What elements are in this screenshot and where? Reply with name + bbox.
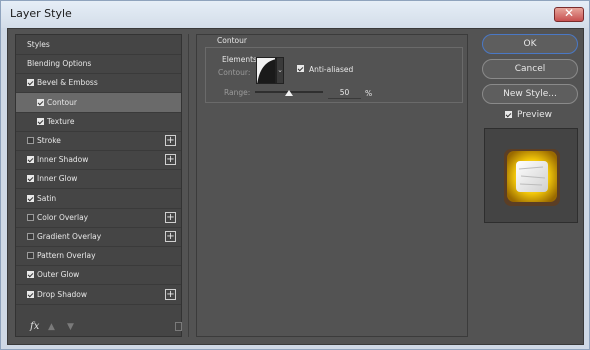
- style-preview: [484, 128, 578, 223]
- sidebar-item-label: Color Overlay: [37, 212, 89, 222]
- sidebar-item-contour[interactable]: Contour: [16, 92, 181, 113]
- cancel-button[interactable]: Cancel: [482, 59, 578, 79]
- preview-thumbnail: [504, 149, 560, 206]
- add-icon[interactable]: +: [165, 135, 176, 146]
- sidebar-item-label: Bevel & Emboss: [37, 78, 98, 88]
- sidebar-checkbox[interactable]: [37, 117, 44, 125]
- arrow-down-icon[interactable]: ▼: [67, 322, 74, 332]
- sidebar-item-blending-options[interactable]: Blending Options: [16, 54, 181, 75]
- sidebar-item-stroke[interactable]: Stroke +: [16, 131, 181, 151]
- range-label: Range:: [224, 88, 251, 97]
- sidebar-item-outer-glow[interactable]: Outer Glow: [16, 265, 181, 286]
- contour-panel: Contour Elements Contour: ⌄ Anti-aliased…: [196, 34, 468, 337]
- window-title: Layer Style: [10, 7, 72, 20]
- sidebar-checkbox[interactable]: [27, 233, 34, 240]
- sidebar-item-label: Inner Glow: [37, 174, 78, 184]
- group-title: Elements: [222, 55, 257, 64]
- sidebar-item-label: Drop Shadow: [37, 289, 88, 299]
- sidebar-checkbox[interactable]: [27, 290, 34, 298]
- sidebar-item-texture[interactable]: Texture: [16, 112, 181, 132]
- sidebar-item-label: Pattern Overlay: [37, 251, 96, 261]
- dialog-client: Styles Blending Options Bevel & Emboss Cont…: [7, 28, 584, 345]
- add-icon[interactable]: +: [165, 288, 176, 300]
- close-button[interactable]: ✕: [554, 6, 584, 22]
- add-icon[interactable]: +: [165, 231, 176, 242]
- panel-title: Contour: [217, 36, 247, 45]
- range-slider-thumb[interactable]: [285, 90, 293, 96]
- sidebar-checkbox[interactable]: [27, 79, 34, 87]
- sidebar-checkbox[interactable]: [27, 271, 34, 279]
- anti-aliased-checkbox[interactable]: [297, 65, 304, 72]
- sidebar-item-label: Satin: [37, 193, 57, 203]
- sidebar-item-bevel-emboss[interactable]: Bevel & Emboss: [16, 73, 181, 94]
- sidebar-item-label: Stroke: [37, 136, 61, 145]
- sidebar-item-label: Gradient Overlay: [37, 232, 102, 241]
- sidebar-item-label: Blending Options: [27, 59, 92, 69]
- sidebar-item-inner-shadow[interactable]: Inner Shadow +: [16, 150, 181, 171]
- preview-checkbox[interactable]: [505, 111, 512, 118]
- sidebar-checkbox[interactable]: [27, 137, 34, 144]
- sidebar-item-label: Contour: [47, 97, 77, 107]
- preview-label: Preview: [517, 110, 553, 120]
- range-input[interactable]: 50: [328, 88, 361, 99]
- contour-label: Contour:: [218, 68, 251, 77]
- add-icon[interactable]: +: [165, 154, 176, 166]
- range-unit: %: [365, 89, 373, 98]
- trash-icon[interactable]: [175, 322, 182, 331]
- styles-sidebar: Styles Blending Options Bevel & Emboss Cont…: [15, 34, 182, 337]
- sidebar-item-satin[interactable]: Satin: [16, 189, 181, 209]
- close-icon: ✕: [563, 6, 575, 20]
- new-style-button[interactable]: New Style...: [482, 84, 578, 104]
- chevron-down-icon: ⌄: [277, 66, 283, 74]
- anti-aliased-label: Anti-aliased: [309, 65, 354, 74]
- sidebar-item-label: Inner Shadow: [37, 155, 89, 165]
- sidebar-item-label: Styles: [27, 40, 50, 49]
- divider: [188, 34, 189, 337]
- sidebar-checkbox[interactable]: [27, 156, 34, 164]
- sidebar-item-styles[interactable]: Styles: [16, 35, 181, 55]
- contour-curve-icon: [257, 59, 275, 83]
- sidebar-item-drop-shadow[interactable]: Drop Shadow +: [16, 285, 181, 305]
- add-icon[interactable]: +: [165, 211, 176, 223]
- contour-dropdown-button[interactable]: ⌄: [276, 57, 284, 84]
- sidebar-checkbox[interactable]: [27, 175, 34, 183]
- sidebar-item-gradient-overlay[interactable]: Gradient Overlay +: [16, 227, 181, 247]
- title-bar[interactable]: Layer Style ✕: [1, 1, 589, 28]
- sidebar-checkbox[interactable]: [27, 194, 34, 202]
- sidebar-checkbox[interactable]: [27, 252, 34, 260]
- sidebar-item-label: Outer Glow: [37, 270, 80, 280]
- sidebar-toolbar: fx ▲ ▼: [16, 318, 182, 336]
- sidebar-checkbox[interactable]: [27, 213, 34, 221]
- sidebar-item-pattern-overlay[interactable]: Pattern Overlay: [16, 246, 181, 267]
- sidebar-item-inner-glow[interactable]: Inner Glow: [16, 169, 181, 190]
- contour-curve-picker[interactable]: [256, 57, 276, 84]
- sidebar-item-color-overlay[interactable]: Color Overlay +: [16, 208, 181, 228]
- sidebar-item-label: Texture: [47, 116, 75, 126]
- ok-button[interactable]: OK: [482, 34, 578, 54]
- layer-style-dialog: Layer Style ✕ Styles Blending Options Beve…: [0, 0, 590, 350]
- sidebar-checkbox[interactable]: [37, 98, 44, 106]
- arrow-up-icon[interactable]: ▲: [48, 322, 55, 332]
- fx-button[interactable]: fx: [30, 321, 39, 332]
